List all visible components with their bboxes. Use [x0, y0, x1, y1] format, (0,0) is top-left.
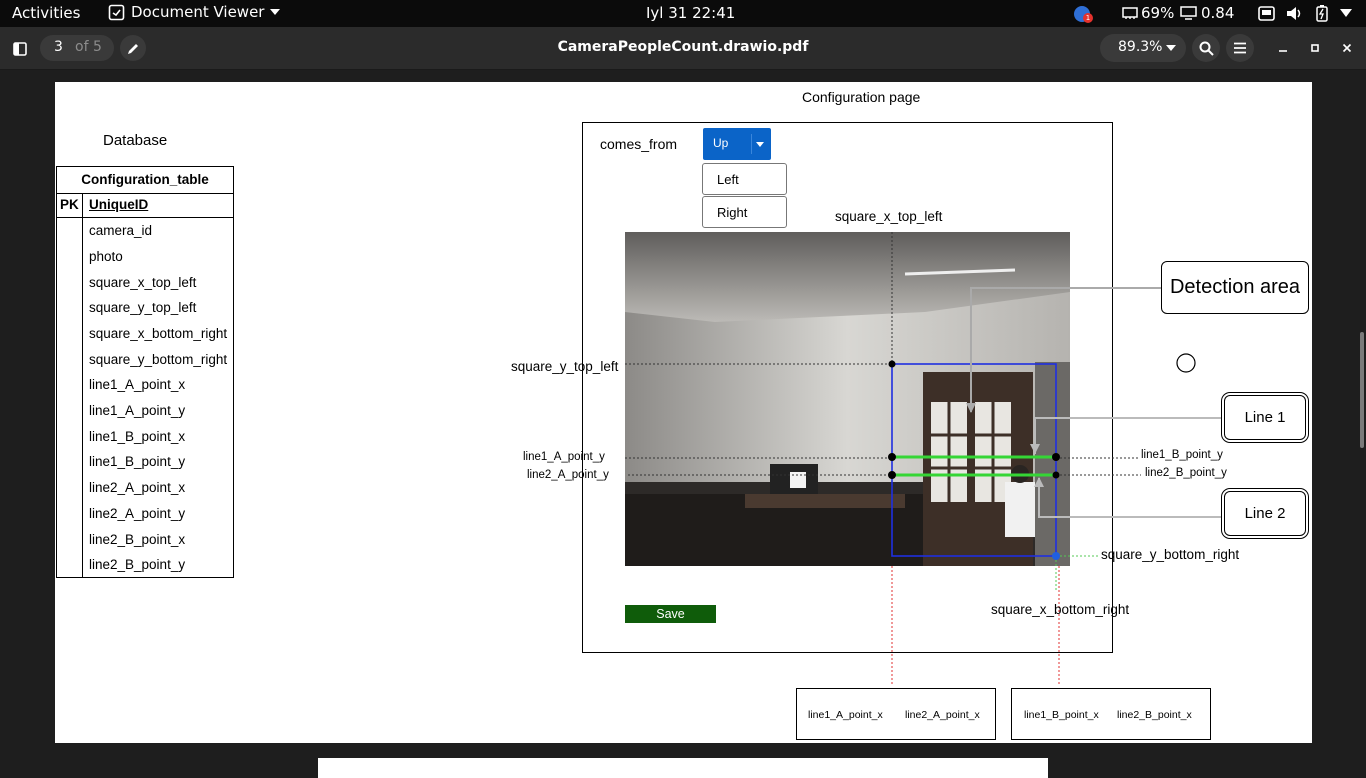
detection-area-rectangle	[891, 363, 1057, 557]
search-button[interactable]	[1192, 34, 1220, 62]
maximize-button[interactable]	[1306, 39, 1324, 57]
load-value: 0.84	[1201, 4, 1235, 22]
line1-b-marker	[1052, 453, 1060, 461]
app-name: Document Viewer	[131, 3, 265, 21]
vertical-scrollbar[interactable]	[1360, 332, 1364, 448]
maximize-icon	[1311, 44, 1319, 52]
load-indicator[interactable]: 0.84	[1180, 4, 1234, 22]
memory-icon	[1122, 7, 1138, 19]
header-bar: 3 of 5 CameraPeopleCount.drawio.pdf 89.3…	[0, 27, 1366, 70]
activities-button[interactable]: Activities	[12, 4, 80, 22]
line2-b-marker	[1052, 471, 1060, 479]
label-line1-a-point-x: line1_A_point_x	[808, 709, 883, 721]
label-square-y-bottom-right: square_y_bottom_right	[1101, 547, 1240, 562]
notification-app-icon[interactable]: 1	[1074, 6, 1093, 23]
line1-a-marker	[888, 453, 896, 461]
network-icon[interactable]	[1258, 6, 1275, 21]
label-line1-a-point-y: line1_A_point_y	[523, 451, 605, 463]
battery-percent: 69%	[1141, 4, 1175, 22]
line-a-x-box: line1_A_point_x line2_A_point_x	[796, 688, 996, 740]
label-line2-b-point-x: line2_B_point_x	[1117, 709, 1192, 721]
label-square-x-bottom-right: square_x_bottom_right	[991, 602, 1130, 617]
line2-arrow	[1038, 478, 1225, 518]
close-icon	[1342, 43, 1352, 53]
line2-a-marker	[888, 471, 896, 479]
zoom-value: 89.3%	[1118, 39, 1163, 55]
label-line2-b-point-y: line2_B_point_y	[1145, 467, 1227, 479]
label-line2-a-point-x: line2_A_point_x	[905, 709, 980, 721]
document-view[interactable]: Database Configuration_table PK UniqueID…	[0, 70, 1366, 778]
label-line1-b-point-x: line1_B_point_x	[1024, 709, 1099, 721]
system-menu-arrow-icon[interactable]	[1340, 9, 1352, 17]
detection-area-arrow	[970, 287, 1162, 412]
clock[interactable]: Iyl 31 22:41	[646, 4, 735, 22]
close-button[interactable]	[1338, 39, 1356, 57]
zoom-selector[interactable]: 89.3%	[1100, 34, 1186, 62]
circle-shape	[1176, 353, 1196, 373]
annotation-overlay	[625, 232, 1225, 686]
detection-area-callout: Detection area	[1161, 261, 1309, 314]
next-pdf-page	[318, 758, 1048, 778]
chevron-down-icon	[1166, 45, 1176, 51]
line-b-x-box: line1_B_point_x line2_B_point_x	[1011, 688, 1211, 740]
minimize-button[interactable]	[1274, 39, 1292, 57]
battery-icon[interactable]	[1316, 5, 1328, 22]
main-menu-button[interactable]	[1226, 34, 1254, 62]
search-icon	[1199, 41, 1214, 56]
document-viewer-icon	[108, 4, 125, 20]
monitor-icon	[1180, 6, 1197, 20]
top-left-marker	[888, 360, 896, 368]
hamburger-menu-icon	[1234, 42, 1246, 54]
bottom-right-marker	[1052, 552, 1060, 560]
chevron-down-icon	[270, 9, 281, 15]
line1-callout: Line 1	[1224, 395, 1306, 440]
line2-callout: Line 2	[1224, 491, 1306, 536]
app-menu[interactable]: Document Viewer	[108, 3, 281, 21]
label-line2-a-point-y: line2_A_point_y	[527, 469, 609, 481]
label-square-y-top-left: square_y_top_left	[511, 359, 619, 374]
pdf-page: Database Configuration_table PK UniqueID…	[55, 82, 1312, 743]
minimize-icon	[1279, 50, 1287, 52]
battery-indicator[interactable]: 69%	[1122, 4, 1174, 22]
save-button[interactable]: Save	[625, 605, 716, 623]
system-top-bar: Activities Document Viewer Iyl 31 22:41 …	[0, 0, 1366, 27]
label-line1-b-point-y: line1_B_point_y	[1141, 449, 1223, 461]
notification-badge: 1	[1083, 13, 1093, 23]
label-square-x-top-left: square_x_top_left	[835, 209, 943, 224]
volume-icon[interactable]	[1286, 6, 1303, 21]
